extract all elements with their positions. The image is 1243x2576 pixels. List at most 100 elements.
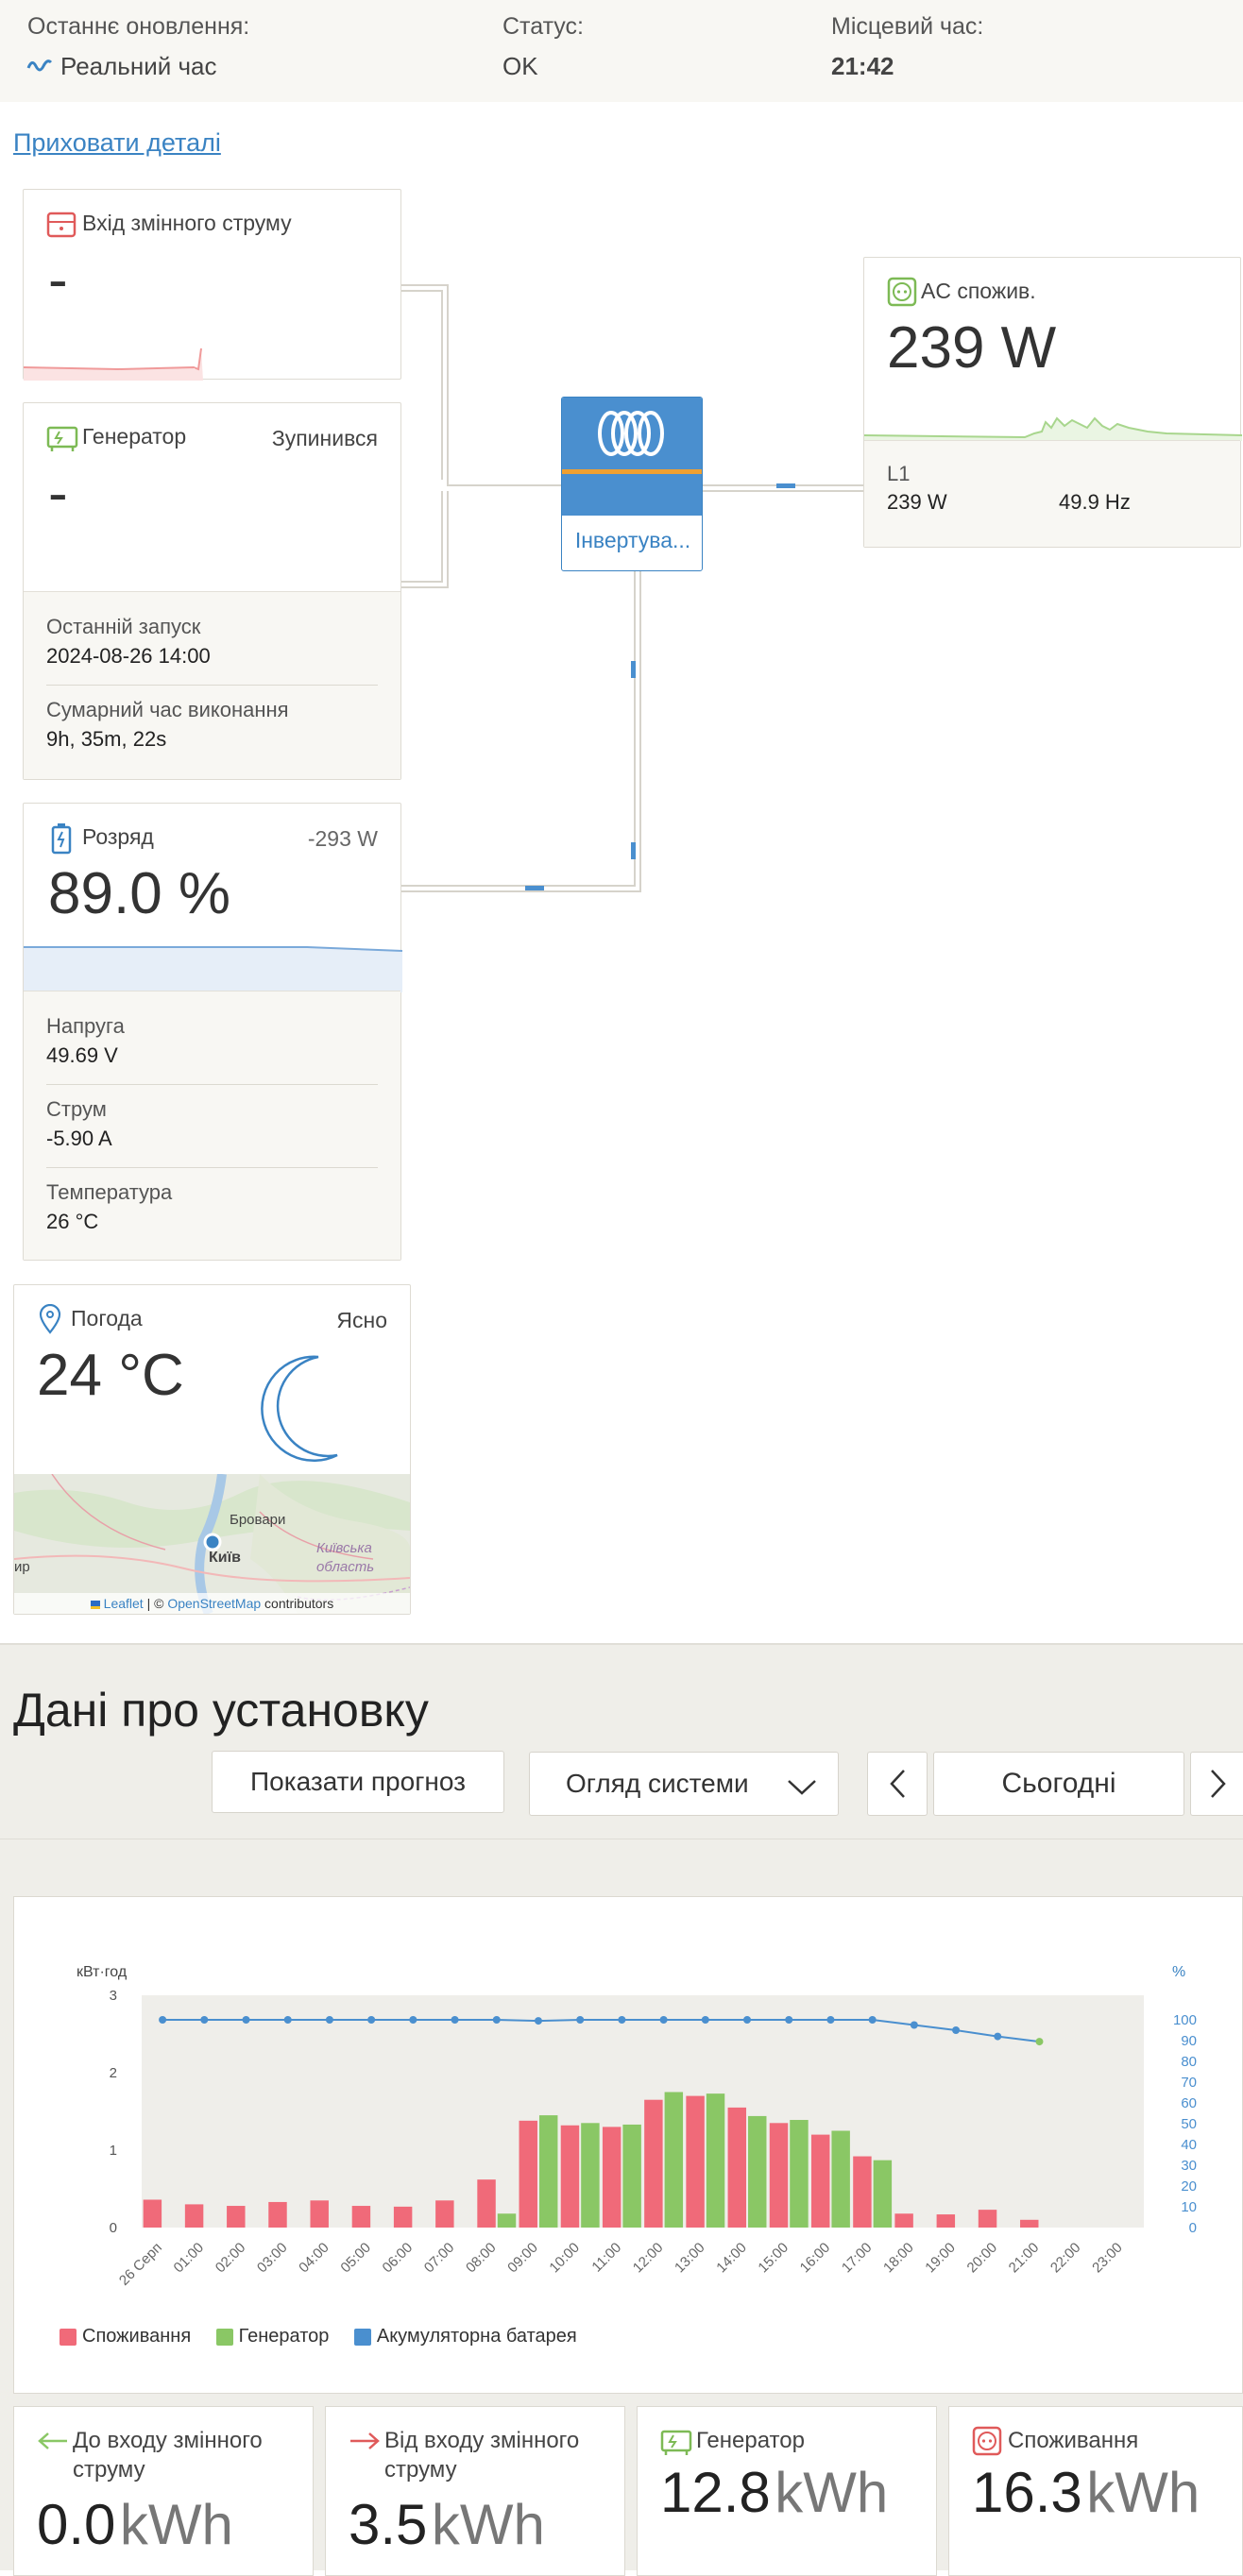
ac-input-card[interactable]: Вхід змінного струму - bbox=[23, 189, 401, 381]
stat-value: 3.5 bbox=[349, 2493, 428, 2556]
view-select-value: Огляд системи bbox=[566, 1769, 749, 1798]
bar-consumption bbox=[727, 2107, 747, 2228]
current-label: Струм bbox=[46, 1097, 107, 1121]
battery-point bbox=[367, 2016, 376, 2024]
battery-details: Напруга 49.69 V Струм -5.90 A Температур… bbox=[24, 991, 400, 1260]
x-tick-label: 26 Серп bbox=[116, 2240, 165, 2289]
bar-consumption bbox=[184, 2204, 204, 2228]
stat-card-consumption: Споживання 16.3 kWh bbox=[948, 2406, 1243, 2576]
inverter-label: Інвертува... bbox=[574, 528, 691, 552]
bar-consumption bbox=[393, 2206, 413, 2228]
legend-consumption[interactable]: Споживання bbox=[82, 2326, 191, 2347]
bar-consumption bbox=[810, 2134, 830, 2228]
bar-consumption bbox=[686, 2095, 705, 2228]
bar-consumption bbox=[560, 2125, 580, 2228]
stat-value-line: 16.3 kWh bbox=[972, 2460, 1200, 2525]
legend-swatch-generator bbox=[215, 2328, 233, 2346]
legend-swatch-consumption bbox=[60, 2328, 77, 2346]
next-date-button[interactable] bbox=[1190, 1752, 1243, 1816]
battery-point bbox=[910, 2021, 918, 2029]
previous-date-button[interactable] bbox=[867, 1752, 928, 1816]
x-tick-label: 22:00 bbox=[1047, 2240, 1084, 2277]
generator-state: Зупинився bbox=[271, 426, 378, 450]
x-tick-label: 11:00 bbox=[588, 2240, 624, 2276]
stat-value-line: 0.0 kWh bbox=[37, 2492, 233, 2557]
inverter-body bbox=[562, 474, 702, 516]
energy-chart: кВт·год % 0123010203040506070809010026 С… bbox=[77, 1964, 1197, 2289]
generator-card[interactable]: Генератор Зупинився - Останній запуск 20… bbox=[23, 402, 401, 780]
divider bbox=[46, 685, 378, 686]
bar-generator bbox=[538, 2115, 558, 2228]
battery-point bbox=[576, 2016, 585, 2024]
stat-value: 16.3 bbox=[972, 2461, 1082, 2524]
battery-point bbox=[325, 2016, 333, 2024]
battery-point bbox=[242, 2016, 250, 2024]
bar-consumption bbox=[978, 2210, 997, 2228]
ac-loads-card[interactable]: AC спожив. 239 W L1 239 W 49.9 Hz bbox=[863, 257, 1242, 548]
leaflet-link[interactable]: Leaflet bbox=[104, 1596, 144, 1611]
date-display[interactable]: Сьогодні bbox=[933, 1752, 1184, 1816]
ac-input-icon bbox=[46, 212, 77, 238]
bar-generator bbox=[748, 2115, 767, 2228]
arrow-left-icon bbox=[38, 2432, 67, 2449]
x-tick-label: 15:00 bbox=[755, 2240, 792, 2277]
chevron-left-icon bbox=[890, 1770, 905, 1798]
socket-icon bbox=[972, 2426, 1002, 2456]
weather-map[interactable]: Бровари Київ Київська область ир Leaflet… bbox=[14, 1474, 410, 1614]
bar-generator bbox=[706, 2093, 725, 2228]
stat-title: Від входу змінного струму bbox=[384, 2428, 580, 2483]
bar-consumption bbox=[435, 2200, 454, 2228]
view-select-dropdown[interactable]: Огляд системи bbox=[529, 1752, 839, 1816]
stat-card-generator: Генератор 12.8 kWh bbox=[637, 2406, 937, 2576]
battery-card[interactable]: Розряд -293 W 89.0 % Напруга 49.69 V Стр… bbox=[23, 803, 402, 1261]
inverter-node[interactable]: Інвертува... bbox=[561, 397, 703, 571]
battery-point bbox=[534, 2017, 542, 2025]
bar-generator bbox=[497, 2213, 517, 2228]
phase-power: 239 W bbox=[887, 490, 947, 514]
ac-input-title: Вхід змінного струму bbox=[82, 211, 292, 235]
stat-title: Генератор bbox=[696, 2428, 805, 2453]
legend-generator[interactable]: Генератор bbox=[239, 2326, 330, 2347]
flow-dot-loads bbox=[776, 483, 795, 488]
osm-link[interactable]: OpenStreetMap bbox=[167, 1596, 261, 1611]
phase-frequency: 49.9 Hz bbox=[1059, 490, 1131, 514]
show-forecast-button[interactable]: Показати прогноз bbox=[212, 1751, 504, 1813]
battery-point bbox=[618, 2016, 626, 2024]
stat-card-from-ac-input: Від входу змінного струму 3.5 kWh bbox=[325, 2406, 625, 2576]
y-tick-right: 100 bbox=[1173, 2012, 1197, 2028]
y-tick-right: 80 bbox=[1181, 2054, 1197, 2070]
battery-point bbox=[659, 2016, 668, 2024]
bar-consumption bbox=[268, 2201, 287, 2228]
x-tick-label: 17:00 bbox=[839, 2240, 876, 2277]
battery-point bbox=[785, 2016, 793, 2024]
stat-unit: kWh bbox=[1086, 2461, 1200, 2524]
weather-title: Погода bbox=[71, 1306, 143, 1330]
bar-generator bbox=[622, 2124, 641, 2228]
ac-loads-sparkline bbox=[864, 416, 1242, 441]
generator-icon bbox=[46, 426, 78, 451]
y-tick-right: 90 bbox=[1181, 2033, 1197, 2049]
bar-consumption bbox=[143, 2199, 162, 2228]
battery-point bbox=[1035, 2038, 1044, 2046]
chart-card: кВт·год % 0 1 2 3 0 10 20 30 40 50 60 70 80 90 100 26 С… bbox=[13, 1896, 1243, 2394]
x-tick-label: 03:00 bbox=[254, 2240, 291, 2277]
divider bbox=[46, 1084, 378, 1085]
y-tick-left: 2 bbox=[110, 2065, 117, 2081]
y-tick-left: 1 bbox=[110, 2143, 117, 2159]
bar-generator bbox=[581, 2123, 600, 2228]
ac-loads-icon bbox=[887, 277, 917, 307]
installation-title: Дані про установку bbox=[13, 1684, 429, 1737]
map-attribution: Leaflet | © OpenStreetMap contributors bbox=[14, 1593, 410, 1614]
voltage-value: 49.69 V bbox=[46, 1043, 118, 1067]
y-tick-right: 70 bbox=[1181, 2075, 1197, 2091]
bar-consumption bbox=[602, 2127, 622, 2228]
battery-point bbox=[952, 2026, 961, 2034]
generator-details: Останній запуск 2024-08-26 14:00 Сумарни… bbox=[24, 591, 400, 779]
battery-power: -293 W bbox=[307, 826, 378, 851]
stat-title: Споживання bbox=[1008, 2428, 1139, 2453]
legend-battery[interactable]: Акумуляторна батарея bbox=[377, 2326, 577, 2347]
bar-consumption bbox=[894, 2213, 913, 2228]
arrow-right-icon bbox=[350, 2432, 380, 2449]
stat-unit: kWh bbox=[775, 2461, 889, 2524]
y-tick-right: 40 bbox=[1181, 2137, 1197, 2153]
